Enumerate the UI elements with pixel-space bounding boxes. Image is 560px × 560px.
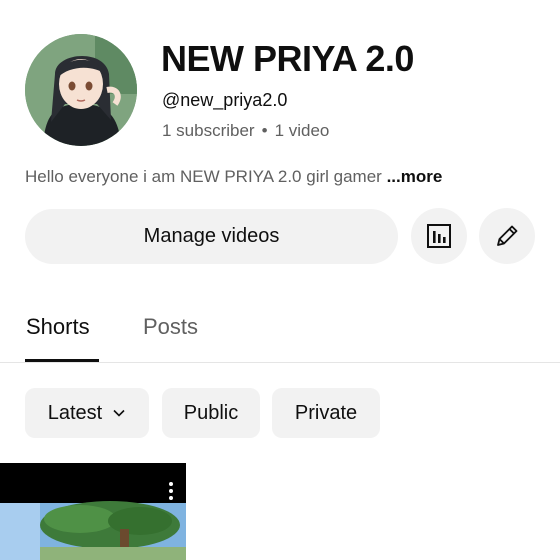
avatar-anime-girl-image [25, 34, 137, 146]
channel-handle: @new_priya2.0 [162, 90, 288, 110]
tab-shorts[interactable]: Shorts [26, 314, 90, 340]
filter-chip-label: Latest [47, 401, 103, 424]
more-link[interactable]: ...more [387, 167, 443, 186]
chevron-down-icon [113, 409, 125, 417]
subscriber-count: 1 subscriber [162, 121, 255, 140]
channel-stats: 1 subscriber • 1 video [162, 121, 329, 141]
filter-chip-label: Private [294, 401, 358, 424]
filter-chip-public[interactable]: Public [162, 388, 260, 438]
filter-chip-latest[interactable]: Latest [25, 388, 149, 438]
short-thumbnail[interactable] [0, 463, 186, 560]
channel-description-text: Hello everyone i am NEW PRIYA 2.0 girl g… [25, 167, 382, 186]
channel-name: NEW PRIYA 2.0 [161, 38, 414, 79]
channel-description[interactable]: Hello everyone i am NEW PRIYA 2.0 girl g… [25, 167, 442, 187]
selected-tab-indicator [25, 359, 99, 362]
edit-channel-button[interactable] [479, 208, 535, 264]
filter-chip-private[interactable]: Private [272, 388, 380, 438]
manage-videos-button[interactable]: Manage videos [25, 209, 398, 264]
channel-avatar[interactable] [25, 34, 137, 146]
stats-separator: • [261, 121, 268, 140]
filter-chip-label: Public [183, 401, 239, 424]
tab-posts[interactable]: Posts [143, 314, 198, 340]
more-options-icon[interactable] [168, 481, 174, 501]
pencil-icon [497, 225, 518, 246]
content-tabs: Shorts Posts [0, 300, 560, 363]
bar-chart-icon [427, 224, 451, 248]
video-count: 1 video [274, 121, 330, 140]
short-thumbnail-image [0, 463, 186, 560]
analytics-button[interactable] [411, 208, 467, 264]
